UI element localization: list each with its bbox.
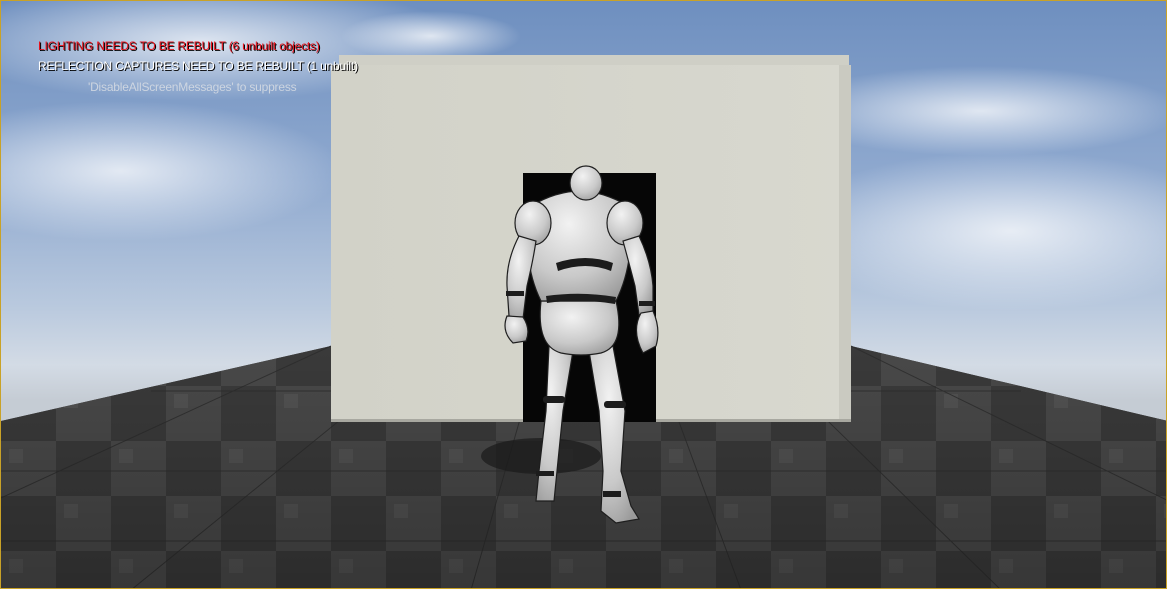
game-viewport[interactable]: LIGHTING NEEDS TO BE REBUILT (6 unbuilt … [0,0,1167,589]
lighting-rebuild-message: LIGHTING NEEDS TO BE REBUILT (6 unbuilt … [38,39,320,53]
suppress-messages-hint: 'DisableAllScreenMessages' to suppress [88,80,297,94]
reflection-rebuild-message: REFLECTION CAPTURES NEED TO BE REBUILT (… [38,59,358,73]
